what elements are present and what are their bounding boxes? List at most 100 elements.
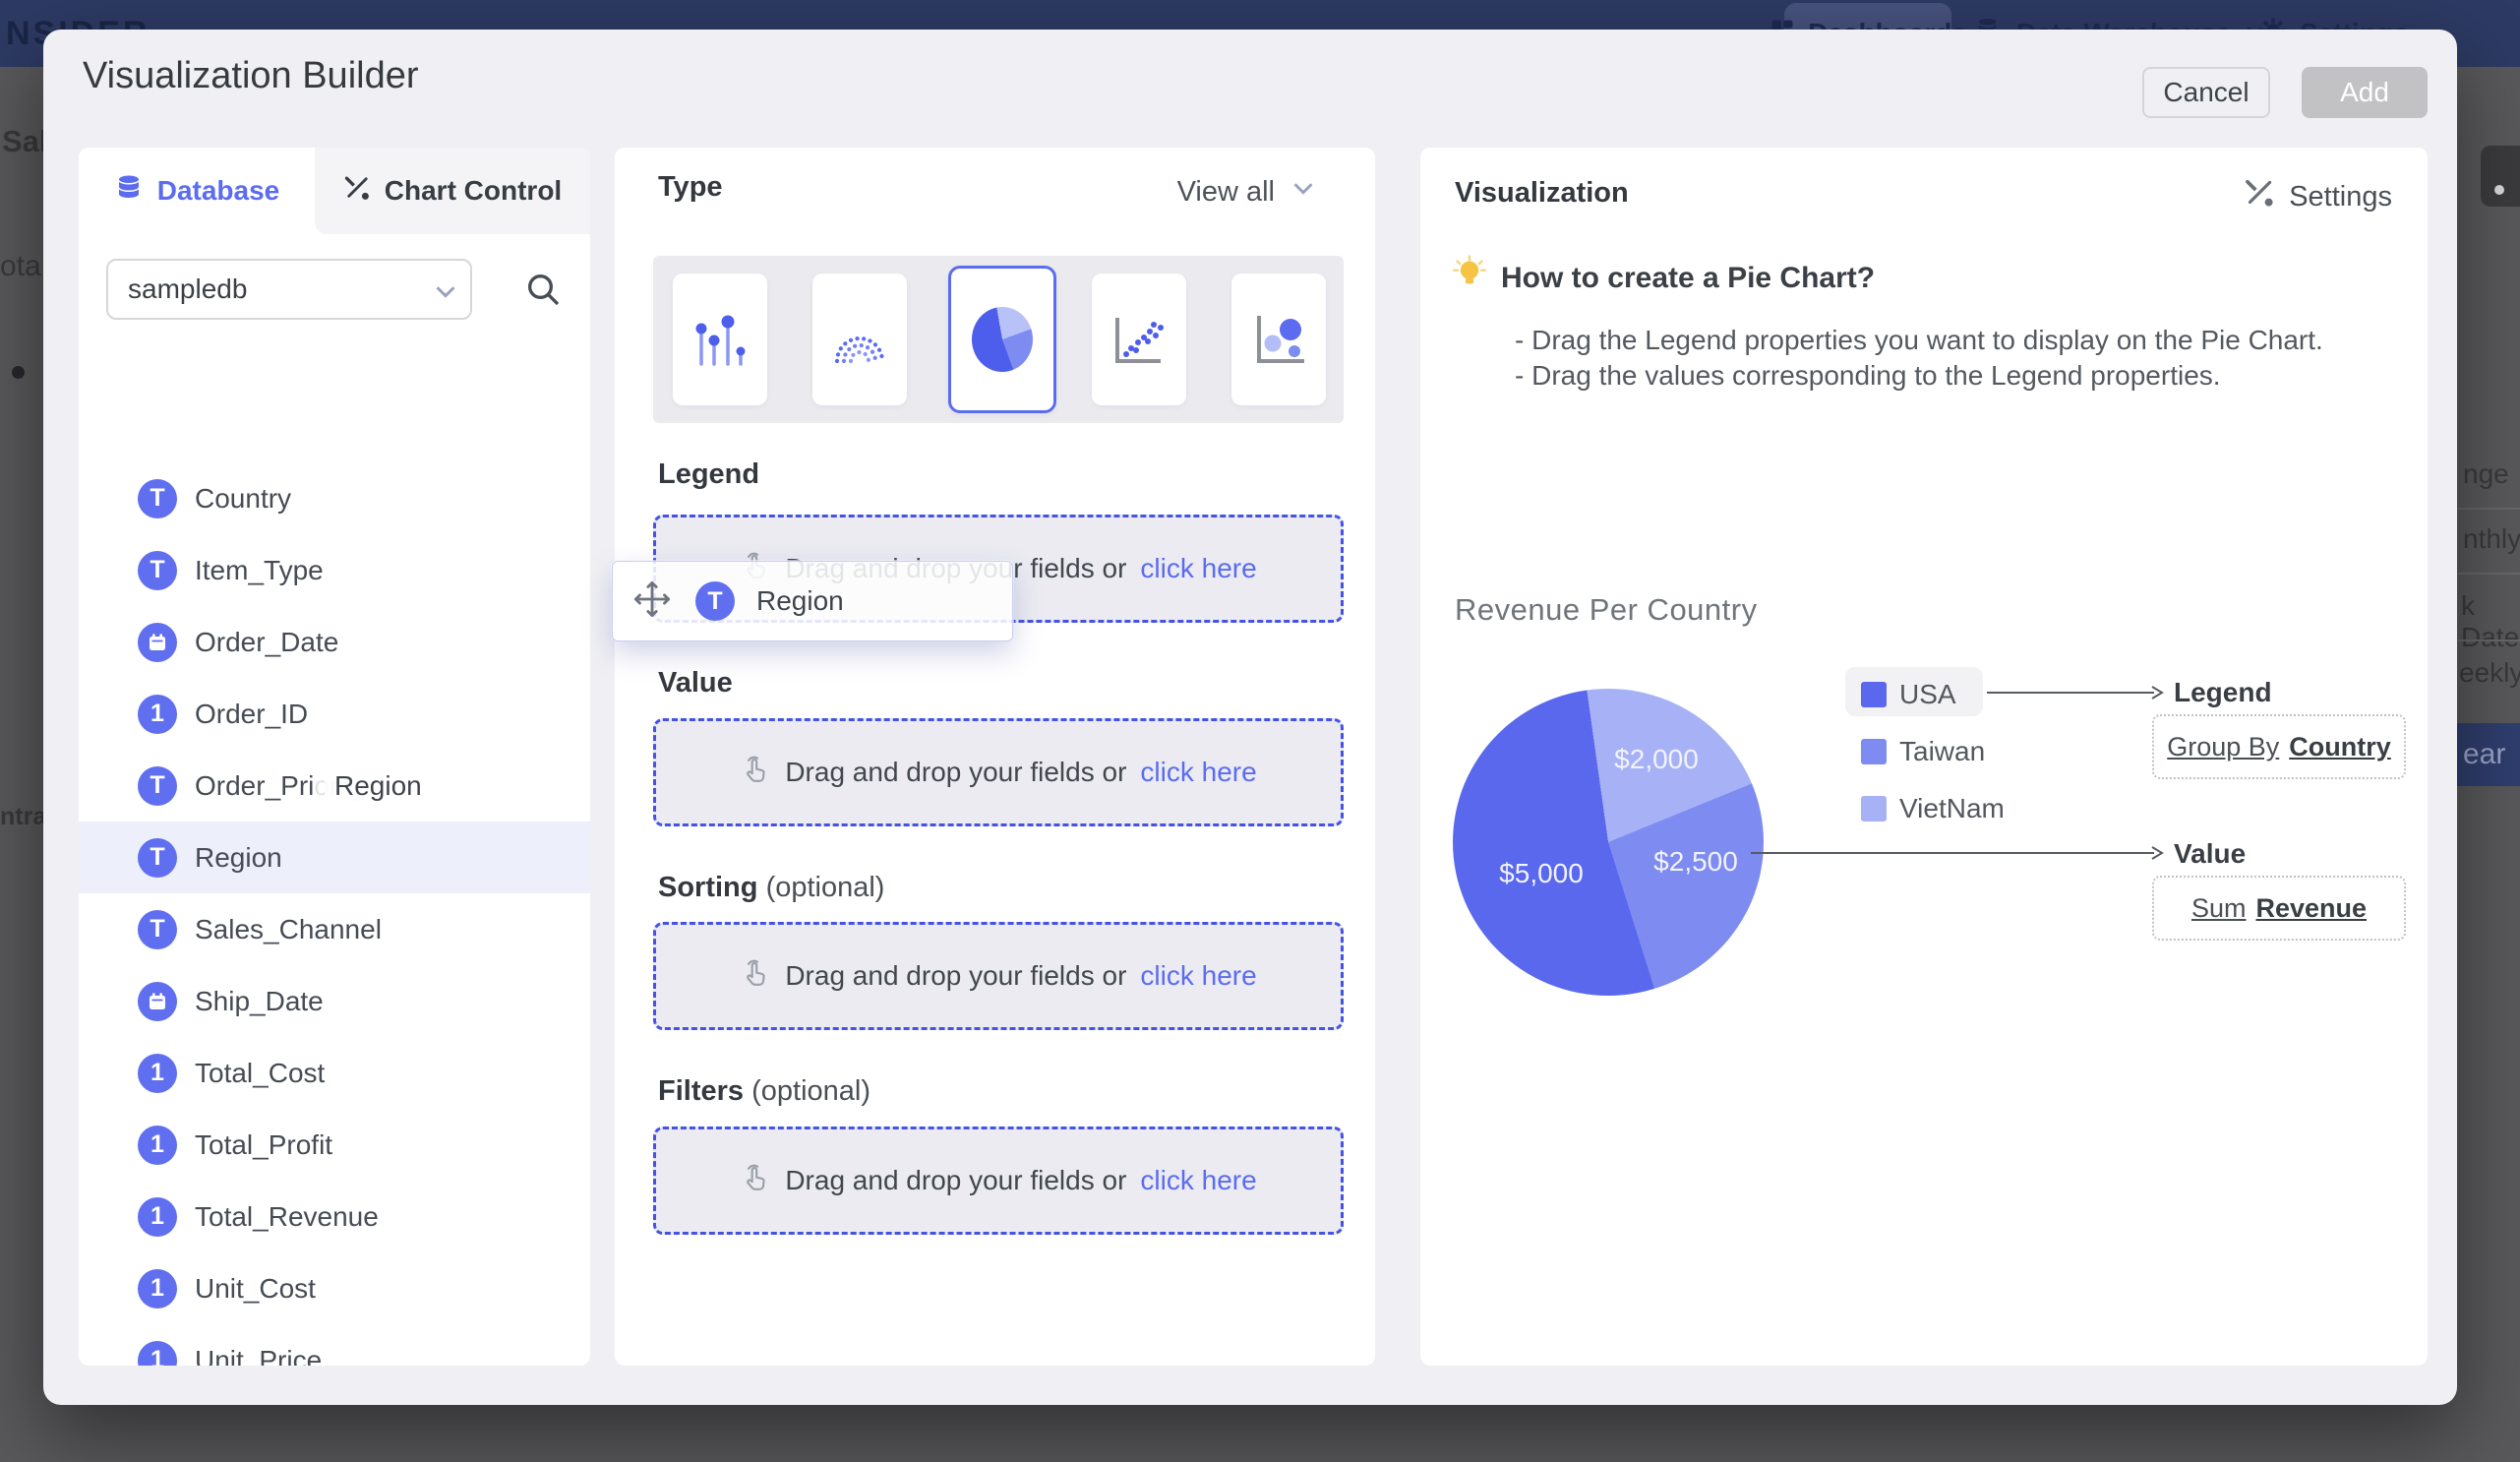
field-row-total-cost[interactable]: 1 Total_Cost: [79, 1037, 590, 1109]
group-by-box[interactable]: Group By Country: [2152, 714, 2406, 779]
chevron-down-icon: [431, 276, 460, 311]
pie-slice-value: $5,000: [1472, 858, 1610, 889]
field-row-country[interactable]: T Country: [79, 462, 590, 534]
filters-section-label: Filters (optional): [658, 1075, 870, 1108]
value-annotation-arrow: [1751, 845, 2166, 866]
field-row-ship-date[interactable]: Ship_Date: [79, 965, 590, 1037]
value-dropzone[interactable]: Drag and drop your fields or click here: [653, 718, 1344, 826]
database-select-value[interactable]: [128, 261, 403, 318]
cancel-button[interactable]: Cancel: [2142, 67, 2270, 118]
value-section-label: Value: [658, 667, 733, 700]
visualization-title: Visualization: [1455, 177, 1629, 210]
drag-ghost-text: Region: [325, 766, 432, 806]
chart-type-picker: [653, 256, 1344, 423]
bg-menu-fragment: k Date: [2461, 590, 2520, 653]
view-all-dropdown[interactable]: View all: [1177, 173, 1318, 211]
legend-item-taiwan[interactable]: Taiwan: [1861, 736, 1985, 767]
legend-swatch: [1861, 682, 1887, 707]
field-row-unit-price[interactable]: 1 Unit_Price: [79, 1324, 590, 1366]
bg-save-button-fragment: [2481, 146, 2520, 207]
chart-type-bubble[interactable]: [1231, 274, 1326, 405]
field-row-total-profit[interactable]: 1 Total_Profit: [79, 1109, 590, 1181]
database-icon: [114, 173, 144, 210]
field-row-order-id[interactable]: 1 Order_ID: [79, 678, 590, 750]
type-section-label: Type: [658, 171, 723, 204]
tab-chart-control-label: Chart Control: [385, 175, 562, 207]
legend-section-label: Legend: [658, 458, 759, 491]
click-here-link[interactable]: click here: [1140, 1165, 1256, 1196]
tip-title: How to create a Pie Chart?: [1501, 262, 1875, 295]
tab-chart-control[interactable]: Chart Control: [315, 148, 590, 234]
search-icon[interactable]: [523, 270, 563, 314]
legend-item-vietnam[interactable]: VietNam: [1861, 793, 2005, 824]
text-field-icon: T: [138, 479, 177, 518]
click-here-link[interactable]: click here: [1140, 960, 1256, 992]
text-field-icon: T: [138, 910, 177, 949]
legend-item-usa[interactable]: USA: [1861, 679, 1956, 710]
click-here-link[interactable]: click here: [1140, 553, 1256, 584]
field-row-region[interactable]: T Region: [79, 822, 590, 893]
sum-revenue-box[interactable]: Sum Revenue: [2152, 876, 2406, 941]
bg-heading-fragment: Sal: [2, 124, 48, 159]
move-icon: [632, 579, 672, 624]
tip-line: - Drag the Legend properties you want to…: [1515, 325, 2323, 356]
lightbulb-icon: [1450, 254, 1489, 298]
chevron-down-icon: [1289, 173, 1318, 211]
text-field-icon: T: [138, 766, 177, 806]
legend-swatch: [1861, 796, 1887, 822]
tools-icon: [2244, 177, 2275, 216]
chart-type-arc-dots[interactable]: [812, 274, 907, 405]
tap-hand-icon: [740, 755, 771, 791]
field-row-order-date[interactable]: Order_Date: [79, 606, 590, 678]
date-field-icon: [138, 982, 177, 1021]
chart-type-pie-selected[interactable]: [948, 266, 1056, 413]
number-field-icon: 1: [138, 1197, 177, 1237]
bg-text-fragment: ota: [0, 250, 41, 283]
tab-database[interactable]: Database: [79, 148, 315, 234]
bg-menu-fragment: nthly: [2463, 523, 2520, 555]
number-field-icon: 1: [138, 695, 177, 734]
annotation-value-label: Value: [2174, 838, 2246, 870]
sorting-section-label: Sorting (optional): [658, 872, 884, 904]
bg-selected-year-fragment: ear: [2457, 723, 2520, 786]
settings-button[interactable]: Settings: [2244, 177, 2392, 216]
field-row-total-revenue[interactable]: 1 Total_Revenue: [79, 1181, 590, 1252]
tools-icon: [343, 174, 371, 209]
pie-slice-value: $2,000: [1588, 744, 1725, 775]
sorting-dropzone[interactable]: Drag and drop your fields or click here: [653, 922, 1344, 1030]
database-select[interactable]: [106, 259, 472, 320]
modal-title: Visualization Builder: [83, 55, 419, 97]
legend-annotation-arrow: [1987, 685, 2166, 705]
settings-label: Settings: [2289, 181, 2392, 213]
number-field-icon: 1: [138, 1269, 177, 1309]
tap-hand-icon: [740, 1163, 771, 1199]
database-panel: Database Chart Control T Country T Item_…: [79, 148, 590, 1366]
filters-dropzone[interactable]: Drag and drop your fields or click here: [653, 1127, 1344, 1235]
divider: [2457, 640, 2520, 641]
chart-title: Revenue Per Country: [1455, 592, 1758, 628]
number-field-icon: 1: [138, 1341, 177, 1367]
dragged-field-chip[interactable]: T Region: [612, 561, 1013, 641]
field-row-unit-cost[interactable]: 1 Unit_Cost: [79, 1252, 590, 1324]
bg-bullet-dot: [12, 366, 25, 379]
click-here-link[interactable]: click here: [1140, 757, 1256, 788]
field-row-order-priority[interactable]: T Order_Priority Region: [79, 750, 590, 822]
visualization-panel: Visualization Settings How to create a P…: [1420, 148, 2428, 1366]
chart-type-scatter[interactable]: [1092, 274, 1186, 405]
divider: [2457, 573, 2520, 575]
number-field-icon: 1: [138, 1126, 177, 1165]
tab-database-label: Database: [157, 175, 280, 207]
field-row-item-type[interactable]: T Item_Type: [79, 534, 590, 606]
text-field-icon: T: [138, 551, 177, 590]
pie-slice-value: $2,500: [1627, 846, 1765, 878]
arc-dots-chart-icon: [828, 308, 891, 371]
field-row-sales-channel[interactable]: T Sales_Channel: [79, 893, 590, 965]
date-field-icon: [138, 623, 177, 662]
add-button[interactable]: Add: [2302, 67, 2428, 118]
pie-chart-icon: [972, 307, 1033, 372]
chart-type-lollipop[interactable]: [673, 274, 767, 405]
divider: [2457, 508, 2520, 510]
visualization-builder-modal: Visualization Builder Cancel Add Databas…: [43, 30, 2457, 1405]
tap-hand-icon: [740, 958, 771, 995]
text-field-icon: T: [695, 581, 735, 621]
